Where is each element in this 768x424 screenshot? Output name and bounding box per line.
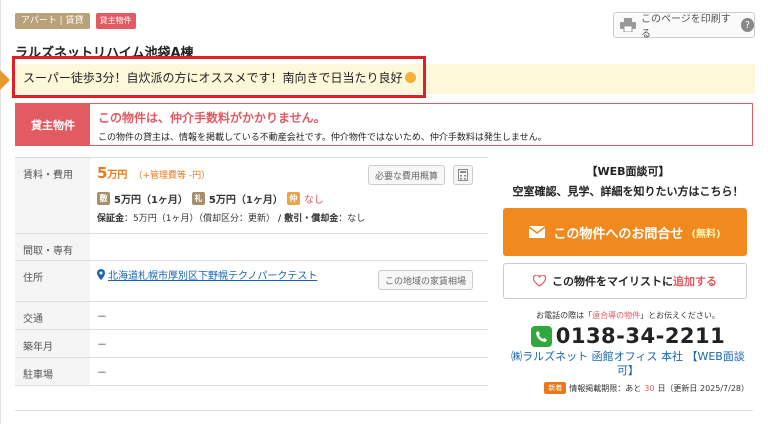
- tag-row: アパート | 賃貸 貸主物件: [15, 13, 136, 29]
- mylist-label: この物件をマイリストに追加する: [552, 275, 717, 288]
- built-label: 築年月: [15, 330, 90, 357]
- tel-number[interactable]: 0138-34-2211: [556, 324, 726, 348]
- management-fee: （+管理費等 -円）: [133, 171, 211, 181]
- fee-estimate-button[interactable]: 必要な費用概算: [368, 165, 446, 185]
- update-info: 新着 情報掲載期限：あと 30 日（更新日 2025/7/28）: [503, 382, 753, 394]
- print-button[interactable]: このページを印刷する ?: [613, 12, 755, 40]
- rent-market-button[interactable]: この地域の家賃相場: [378, 270, 474, 290]
- agency-fee-value: なし: [303, 195, 324, 206]
- owner-notice-label: 貸主物件: [16, 104, 90, 145]
- table-row-rent: 賃料・費用 5万円 （+管理費等 -円） 必要な費用概算 敷 5万円（1ヶ月） …: [15, 157, 488, 234]
- table-row-layout: 間取・専有: [15, 234, 488, 261]
- traffic-value: －: [97, 312, 107, 323]
- new-badge: 新着: [544, 382, 567, 394]
- company-link[interactable]: ㈱ラルズネット 函館オフィス 本社 【WEB面談可】: [503, 350, 753, 378]
- help-icon[interactable]: ?: [740, 18, 754, 32]
- catch-arrow-icon: [0, 70, 10, 90]
- catch-copy-highlight: スーパー徒歩3分！自炊派の方にオススメです！南向きで日当たり良好: [12, 56, 426, 98]
- table-row-parking: 駐車場 －: [15, 358, 488, 386]
- deposit-icon: 敷: [97, 192, 110, 205]
- phone-icon: [530, 325, 552, 347]
- map-pin-icon: [97, 269, 105, 280]
- built-value: －: [97, 340, 107, 351]
- table-row-address: 住所 北海道札幌市厚別区下野幌テクノパークテスト この地域の家賃相場: [15, 261, 488, 302]
- inquiry-free: (無料): [691, 228, 721, 240]
- layout-label: 間取・専有: [15, 234, 90, 260]
- inquiry-button[interactable]: この物件へのお問合せ (無料): [503, 208, 747, 256]
- rent-label: 賃料・費用: [15, 158, 90, 233]
- printer-icon: [620, 18, 636, 32]
- parking-value: －: [97, 368, 107, 379]
- owner-property-tag: 貸主物件: [95, 13, 136, 29]
- smile-icon: [404, 71, 416, 83]
- traffic-label: 交通: [15, 302, 90, 329]
- rent-value: 5万円: [97, 164, 128, 182]
- owner-notice: 貸主物件 この物件は、仲介手数料がかかりません。 この物件の貸主は、情報を掲載し…: [15, 103, 753, 146]
- heart-icon: [533, 275, 546, 287]
- print-label: このページを印刷する: [641, 14, 731, 40]
- deposit-value: 5万円（1ヶ月）: [114, 195, 188, 206]
- bottom-divider: [15, 410, 753, 411]
- guarantee-line: 保証金：5万円（1ヶ月）（償却区分：更新） / 敷引・償却金：なし: [97, 214, 366, 224]
- calculator-icon[interactable]: [453, 165, 473, 185]
- owner-notice-detail: この物件の貸主は、情報を掲載している不動産会社です。仲介物件ではないため、仲介手…: [98, 133, 547, 143]
- catch-copy-text: スーパー徒歩3分！自炊派の方にオススメです！南向きで日当たり良好: [23, 70, 403, 85]
- agency-fee-icon: 仲: [286, 192, 300, 205]
- parking-label: 駐車場: [15, 358, 90, 385]
- table-row-traffic: 交通 －: [15, 302, 488, 330]
- info-table: 賃料・費用 5万円 （+管理費等 -円） 必要な費用概算 敷 5万円（1ヶ月） …: [15, 157, 488, 386]
- key-money-value: 5万円（1ヶ月）: [208, 195, 283, 206]
- web-interview-heading: 【WEB面談可】: [586, 165, 670, 178]
- tel-note: お電話の際は「遠合導の物件」とお伝えください。: [536, 311, 720, 320]
- web-interview-sub: 空室確認、見学、詳細を知りたい方はこちら！: [512, 185, 744, 198]
- mail-icon: [529, 226, 546, 238]
- tel-line[interactable]: 0138-34-2211: [503, 324, 753, 348]
- table-row-built: 築年月 －: [15, 330, 488, 358]
- property-type-tag: アパート | 賃貸: [15, 13, 90, 29]
- owner-notice-headline: この物件は、仲介手数料がかかりません。: [98, 111, 326, 125]
- key-money-icon: 礼: [191, 192, 205, 205]
- add-mylist-button[interactable]: この物件をマイリストに追加する: [503, 263, 747, 299]
- address-label: 住所: [15, 261, 90, 301]
- contact-panel: 【WEB面談可】 空室確認、見学、詳細を知りたい方はこちら！ この物件へのお問合…: [503, 163, 753, 394]
- inquiry-label: この物件へのお問合せ: [553, 226, 684, 242]
